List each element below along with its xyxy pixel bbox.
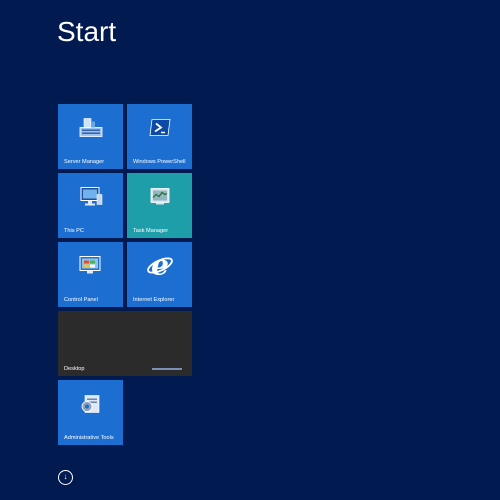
tile-task-manager[interactable]: Task Manager (127, 173, 192, 238)
tile-internet-explorer[interactable]: e Internet Explorer (127, 242, 192, 307)
internet-explorer-icon: e (146, 249, 174, 285)
tile-label: Task Manager (133, 227, 169, 234)
tile-label: Desktop (64, 365, 85, 372)
tile-label: Internet Explorer (133, 296, 175, 303)
tile-control-panel[interactable]: Control Panel (58, 242, 123, 307)
svg-text:e: e (151, 252, 169, 280)
tile-this-pc[interactable]: This PC (58, 173, 123, 238)
tile-label: Administrative Tools (64, 434, 114, 441)
tile-desktop[interactable]: Desktop (58, 311, 192, 376)
tile-server-manager[interactable]: Server Manager (58, 104, 123, 169)
control-panel-icon (78, 254, 104, 283)
page-title: Start (57, 16, 117, 47)
tile-label: Server Manager (64, 158, 105, 165)
desktop-icon (152, 368, 182, 370)
down-arrow-icon: ↓ (63, 472, 68, 481)
all-apps-button[interactable]: ↓ (58, 470, 73, 485)
tile-windows-powershell[interactable]: Windows PowerShell (127, 104, 192, 169)
tile-administrative-tools[interactable]: Administrative Tools (58, 380, 123, 445)
powershell-icon (149, 119, 171, 142)
start-screen: Start Server Manager Windows PowerShell (0, 0, 500, 500)
tile-label: This PC (64, 227, 84, 234)
tile-label: Windows PowerShell (133, 158, 186, 165)
task-manager-icon (148, 186, 172, 213)
server-manager-icon (78, 116, 104, 145)
this-pc-icon (78, 185, 104, 214)
administrative-tools-icon (79, 392, 103, 421)
tile-label: Control Panel (64, 296, 98, 303)
